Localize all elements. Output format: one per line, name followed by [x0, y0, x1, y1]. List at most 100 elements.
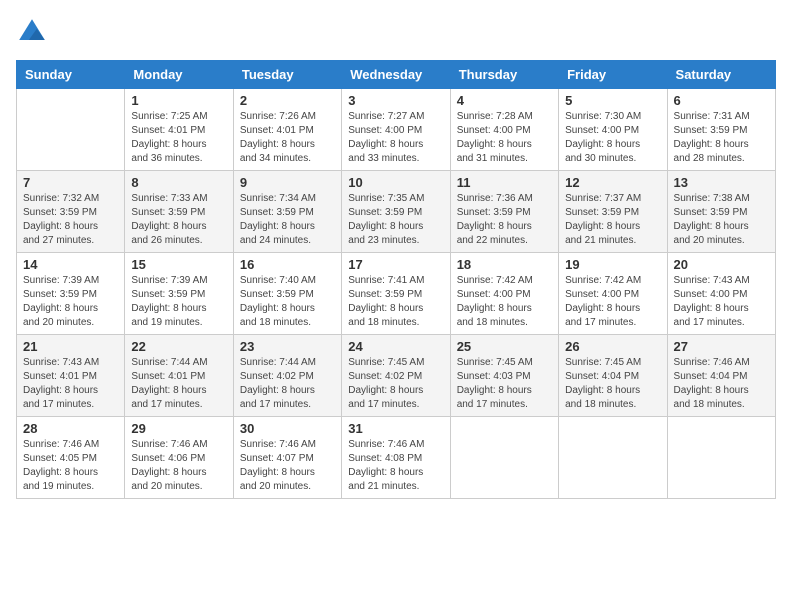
day-number: 31 — [348, 421, 443, 436]
calendar-day-cell: 1Sunrise: 7:25 AM Sunset: 4:01 PM Daylig… — [125, 89, 233, 171]
calendar-day-cell — [17, 89, 125, 171]
day-number: 18 — [457, 257, 552, 272]
calendar-day-cell — [667, 417, 775, 499]
calendar-day-cell: 26Sunrise: 7:45 AM Sunset: 4:04 PM Dayli… — [559, 335, 667, 417]
day-info: Sunrise: 7:45 AM Sunset: 4:03 PM Dayligh… — [457, 356, 552, 412]
calendar-table: SundayMondayTuesdayWednesdayThursdayFrid… — [16, 60, 776, 499]
day-info: Sunrise: 7:45 AM Sunset: 4:04 PM Dayligh… — [565, 356, 660, 412]
day-number: 21 — [23, 339, 118, 354]
calendar-day-cell: 17 Sunrise: 7:41 AM Sunset: 3:59 PM Dayli… — [342, 253, 450, 335]
calendar-day-cell: 22 Sunrise: 7:44 AM Sunset: 4:01 PM Dayli… — [125, 335, 233, 417]
day-info: Sunrise: 7:31 AM Sunset: 3:59 PM Dayligh… — [674, 110, 769, 166]
day-number: 30 — [240, 421, 335, 436]
calendar-day-cell: 2Sunrise: 7:26 AM Sunset: 4:01 PM Daylig… — [233, 89, 341, 171]
day-info: Sunrise: 7:41 AM Sunset: 3:59 PM Dayligh… — [348, 274, 443, 330]
day-number: 14 — [23, 257, 118, 272]
day-number: 7 — [23, 175, 118, 190]
day-number: 15 — [131, 257, 226, 272]
day-info: Sunrise: 7:40 AM Sunset: 3:59 PM Dayligh… — [240, 274, 335, 330]
day-info: Sunrise: 7:26 AM Sunset: 4:01 PM Dayligh… — [240, 110, 335, 166]
calendar-day-cell: 30 Sunrise: 7:46 AM Sunset: 4:07 PM Dayli… — [233, 417, 341, 499]
calendar-week-row: 21 Sunrise: 7:43 AM Sunset: 4:01 PM Dayli… — [17, 335, 776, 417]
day-number: 25 — [457, 339, 552, 354]
day-info: Sunrise: 7:44 AM Sunset: 4:01 PM Dayligh… — [131, 356, 226, 412]
weekday-header: Wednesday — [342, 61, 450, 89]
day-number: 29 — [131, 421, 226, 436]
calendar-day-cell: 23 Sunrise: 7:44 AM Sunset: 4:02 PM Dayli… — [233, 335, 341, 417]
weekday-header: Thursday — [450, 61, 558, 89]
calendar-day-cell: 10 Sunrise: 7:35 AM Sunset: 3:59 PM Dayli… — [342, 171, 450, 253]
day-number: 10 — [348, 175, 443, 190]
day-info: Sunrise: 7:39 AM Sunset: 3:59 PM Dayligh… — [23, 274, 118, 330]
weekday-header: Friday — [559, 61, 667, 89]
day-info: Sunrise: 7:37 AM Sunset: 3:59 PM Dayligh… — [565, 192, 660, 248]
day-number: 16 — [240, 257, 335, 272]
calendar-day-cell: 21 Sunrise: 7:43 AM Sunset: 4:01 PM Dayli… — [17, 335, 125, 417]
day-info: Sunrise: 7:46 AM Sunset: 4:04 PM Dayligh… — [674, 356, 769, 412]
day-number: 1 — [131, 93, 226, 108]
day-info: Sunrise: 7:46 AM Sunset: 4:06 PM Dayligh… — [131, 438, 226, 494]
day-number: 23 — [240, 339, 335, 354]
day-number: 20 — [674, 257, 769, 272]
calendar-day-cell: 28Sunrise: 7:46 AM Sunset: 4:05 PM Dayli… — [17, 417, 125, 499]
calendar-week-row: 14 Sunrise: 7:39 AM Sunset: 3:59 PM Dayli… — [17, 253, 776, 335]
calendar-week-row: 7 Sunrise: 7:32 AM Sunset: 3:59 PM Daylig… — [17, 171, 776, 253]
day-info: Sunrise: 7:44 AM Sunset: 4:02 PM Dayligh… — [240, 356, 335, 412]
page-header — [16, 16, 776, 48]
calendar-day-cell: 13 Sunrise: 7:38 AM Sunset: 3:59 PM Dayli… — [667, 171, 775, 253]
calendar-day-cell: 11Sunrise: 7:36 AM Sunset: 3:59 PM Dayli… — [450, 171, 558, 253]
calendar-day-cell: 3Sunrise: 7:27 AM Sunset: 4:00 PM Daylig… — [342, 89, 450, 171]
calendar-day-cell: 20Sunrise: 7:43 AM Sunset: 4:00 PM Dayli… — [667, 253, 775, 335]
day-info: Sunrise: 7:38 AM Sunset: 3:59 PM Dayligh… — [674, 192, 769, 248]
day-info: Sunrise: 7:42 AM Sunset: 4:00 PM Dayligh… — [457, 274, 552, 330]
day-info: Sunrise: 7:30 AM Sunset: 4:00 PM Dayligh… — [565, 110, 660, 166]
calendar-day-cell — [559, 417, 667, 499]
day-info: Sunrise: 7:46 AM Sunset: 4:07 PM Dayligh… — [240, 438, 335, 494]
calendar-day-cell: 14 Sunrise: 7:39 AM Sunset: 3:59 PM Dayli… — [17, 253, 125, 335]
calendar-day-cell: 8 Sunrise: 7:33 AM Sunset: 3:59 PM Daylig… — [125, 171, 233, 253]
calendar-day-cell: 4Sunrise: 7:28 AM Sunset: 4:00 PM Daylig… — [450, 89, 558, 171]
day-number: 9 — [240, 175, 335, 190]
calendar-day-cell: 27 Sunrise: 7:46 AM Sunset: 4:04 PM Dayli… — [667, 335, 775, 417]
calendar-day-cell: 5 Sunrise: 7:30 AM Sunset: 4:00 PM Daylig… — [559, 89, 667, 171]
calendar-day-cell: 15 Sunrise: 7:39 AM Sunset: 3:59 PM Dayli… — [125, 253, 233, 335]
day-info: Sunrise: 7:35 AM Sunset: 3:59 PM Dayligh… — [348, 192, 443, 248]
calendar-day-cell: 7 Sunrise: 7:32 AM Sunset: 3:59 PM Daylig… — [17, 171, 125, 253]
calendar-day-cell: 6Sunrise: 7:31 AM Sunset: 3:59 PM Daylig… — [667, 89, 775, 171]
calendar-day-cell: 16 Sunrise: 7:40 AM Sunset: 3:59 PM Dayli… — [233, 253, 341, 335]
logo-icon — [16, 16, 48, 48]
calendar-day-cell: 31 Sunrise: 7:46 AM Sunset: 4:08 PM Dayli… — [342, 417, 450, 499]
calendar-header-row: SundayMondayTuesdayWednesdayThursdayFrid… — [17, 61, 776, 89]
day-number: 19 — [565, 257, 660, 272]
day-number: 8 — [131, 175, 226, 190]
calendar-week-row: 1Sunrise: 7:25 AM Sunset: 4:01 PM Daylig… — [17, 89, 776, 171]
day-info: Sunrise: 7:42 AM Sunset: 4:00 PM Dayligh… — [565, 274, 660, 330]
day-number: 17 — [348, 257, 443, 272]
day-info: Sunrise: 7:36 AM Sunset: 3:59 PM Dayligh… — [457, 192, 552, 248]
calendar-day-cell: 24 Sunrise: 7:45 AM Sunset: 4:02 PM Dayli… — [342, 335, 450, 417]
day-number: 13 — [674, 175, 769, 190]
day-info: Sunrise: 7:33 AM Sunset: 3:59 PM Dayligh… — [131, 192, 226, 248]
calendar-day-cell: 25 Sunrise: 7:45 AM Sunset: 4:03 PM Dayli… — [450, 335, 558, 417]
calendar-day-cell: 19 Sunrise: 7:42 AM Sunset: 4:00 PM Dayli… — [559, 253, 667, 335]
day-info: Sunrise: 7:39 AM Sunset: 3:59 PM Dayligh… — [131, 274, 226, 330]
weekday-header: Tuesday — [233, 61, 341, 89]
day-info: Sunrise: 7:45 AM Sunset: 4:02 PM Dayligh… — [348, 356, 443, 412]
calendar-day-cell: 18 Sunrise: 7:42 AM Sunset: 4:00 PM Dayli… — [450, 253, 558, 335]
day-number: 28 — [23, 421, 118, 436]
day-number: 22 — [131, 339, 226, 354]
day-info: Sunrise: 7:32 AM Sunset: 3:59 PM Dayligh… — [23, 192, 118, 248]
day-number: 12 — [565, 175, 660, 190]
weekday-header: Sunday — [17, 61, 125, 89]
day-info: Sunrise: 7:43 AM Sunset: 4:01 PM Dayligh… — [23, 356, 118, 412]
calendar-day-cell: 12 Sunrise: 7:37 AM Sunset: 3:59 PM Dayli… — [559, 171, 667, 253]
day-number: 24 — [348, 339, 443, 354]
day-number: 5 — [565, 93, 660, 108]
day-number: 3 — [348, 93, 443, 108]
day-number: 27 — [674, 339, 769, 354]
day-info: Sunrise: 7:46 AM Sunset: 4:08 PM Dayligh… — [348, 438, 443, 494]
day-info: Sunrise: 7:34 AM Sunset: 3:59 PM Dayligh… — [240, 192, 335, 248]
weekday-header: Monday — [125, 61, 233, 89]
weekday-header: Saturday — [667, 61, 775, 89]
day-info: Sunrise: 7:28 AM Sunset: 4:00 PM Dayligh… — [457, 110, 552, 166]
